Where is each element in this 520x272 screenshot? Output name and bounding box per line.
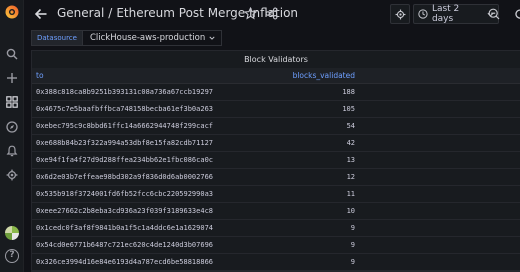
cell-blocks-validated: 188 <box>342 88 355 96</box>
refresh-icon <box>515 9 520 19</box>
table-row: 0x326ce3994d16e84e6193d4a787ecd6be588188… <box>32 254 520 271</box>
cell-blocks-validated: 10 <box>346 207 355 215</box>
cell-to: 0xe688b84b23f322a994a53dbf8e15fa82cdb711… <box>36 139 214 147</box>
help-icon[interactable]: ? <box>5 249 19 263</box>
dashboard-settings-button[interactable] <box>390 4 410 24</box>
cell-blocks-validated: 13 <box>346 156 355 164</box>
dashboards-icon[interactable] <box>5 95 19 109</box>
panel-title[interactable]: Block Validators <box>32 51 520 68</box>
cell-blocks-validated: 11 <box>346 190 355 198</box>
datasource-variable-label: Datasource <box>31 30 83 46</box>
cell-blocks-validated: 54 <box>346 122 355 130</box>
cell-to: 0xe94f1fa4f27d9d288ffea234bb62e1fbc086ca… <box>36 156 214 164</box>
cell-to: 0xebec795c9c8bbd61ffc14a6662944748f299ca… <box>36 122 214 130</box>
chevron-down-icon <box>209 36 215 40</box>
zoom-out-icon <box>488 8 500 20</box>
cell-blocks-validated: 105 <box>342 105 355 113</box>
avatar[interactable] <box>5 226 19 240</box>
table-row: 0x4675c7e5baafbffbca748158becba61ef3b0a2… <box>32 101 520 118</box>
refresh-button[interactable] <box>510 4 520 24</box>
table-row: 0x388c818ca8b9251b393131c08a736a67ccb192… <box>32 84 520 101</box>
table-row: 0x535b918f3724001fd6fb52fcc6cbc220592990… <box>32 186 520 203</box>
cell-blocks-validated: 9 <box>350 241 355 249</box>
gear-icon <box>395 9 405 19</box>
cell-to: 0x388c818ca8b9251b393131c08a736a67ccb192… <box>36 88 214 96</box>
cell-to: 0x6d2e03b7effeae98bd302a9f836d0d6ab00027… <box>36 173 214 181</box>
gear-icon[interactable] <box>5 168 19 182</box>
back-arrow-icon[interactable] <box>34 7 48 21</box>
plus-icon[interactable] <box>5 71 19 85</box>
cell-to: 0x535b918f3724001fd6fb52fcc6cbc220592990… <box>36 190 214 198</box>
table-body: 0x388c818ca8b9251b393131c08a736a67ccb192… <box>32 84 520 271</box>
alerting-icon[interactable] <box>5 144 19 158</box>
side-menu: ? <box>0 0 24 272</box>
datasource-select[interactable]: ClickHouse-aws-production <box>82 30 223 46</box>
variables-bar: Datasource ClickHouse-aws-production <box>31 30 223 46</box>
column-header-to[interactable]: to <box>32 71 293 80</box>
table-row: 0x1cedc0f3af8f9841b0a1f5c1a4ddc6e1a16290… <box>32 220 520 237</box>
table-row: 0x6d2e03b7effeae98bd302a9f836d0d6ab00027… <box>32 169 520 186</box>
cell-to: 0x326ce3994d16e84e6193d4a787ecd6be588188… <box>36 258 214 266</box>
cell-blocks-validated: 9 <box>350 224 355 232</box>
cell-to: 0x54cd0e6771b6487c721ec620c4de1240d3b076… <box>36 241 214 249</box>
table-row: 0xe688b84b23f322a994a53dbf8e15fa82cdb711… <box>32 135 520 152</box>
table-row: 0x54cd0e6771b6487c721ec620c4de1240d3b076… <box>32 237 520 254</box>
grafana-logo[interactable] <box>4 4 20 20</box>
table-row: 0xeee27662c2b8eba3cd936a23f039f3189633e4… <box>32 203 520 220</box>
search-icon[interactable] <box>5 47 19 61</box>
table-header: to blocks_validated <box>32 68 520 84</box>
dashboard-navbar: General / Ethereum Post Merge Inflation La… <box>24 0 520 28</box>
cell-to: 0x1cedc0f3af8f9841b0a1f5c1a4ddc6e1a16290… <box>36 224 214 232</box>
breadcrumb-folder[interactable]: General <box>57 6 104 20</box>
explore-icon[interactable] <box>5 120 19 134</box>
cell-blocks-validated: 42 <box>346 139 355 147</box>
zoom-out-button[interactable] <box>484 4 504 24</box>
breadcrumb-separator: / <box>108 6 113 20</box>
time-range-label: Last 2 days <box>431 4 460 24</box>
table-row: 0xe94f1fa4f27d9d288ffea234bb62e1fbc086ca… <box>32 152 520 169</box>
datasource-value: ClickHouse-aws-production <box>89 33 206 43</box>
cell-to: 0xeee27662c2b8eba3cd936a23f039f3189633e4… <box>36 207 214 215</box>
clock-icon <box>418 9 428 19</box>
cell-to: 0x4675c7e5baafbffbca748158becba61ef3b0a2… <box>36 105 214 113</box>
table-row: 0xebec795c9c8bbd61ffc14a6662944748f299ca… <box>32 118 520 135</box>
share-icon[interactable] <box>265 7 278 20</box>
block-validators-panel: Block Validators to blocks_validated 0x3… <box>31 50 520 272</box>
star-icon[interactable] <box>244 7 257 20</box>
breadcrumb: General / Ethereum Post Merge Inflation <box>57 6 298 20</box>
cell-blocks-validated: 9 <box>350 258 355 266</box>
column-header-blocks-validated[interactable]: blocks_validated <box>293 71 520 80</box>
cell-blocks-validated: 12 <box>346 173 355 181</box>
